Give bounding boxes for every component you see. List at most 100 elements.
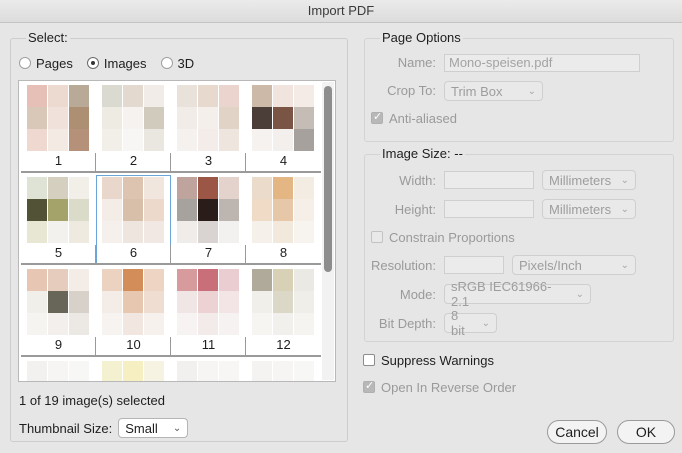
thumbnail-tile	[27, 177, 47, 199]
thumbnail-tile	[177, 269, 197, 291]
thumbnail-image	[252, 269, 314, 335]
cancel-button[interactable]: Cancel	[547, 420, 607, 444]
height-field[interactable]	[444, 200, 534, 218]
radio-images[interactable]	[86, 57, 99, 69]
suppress-warnings-label[interactable]: Suppress Warnings	[381, 353, 494, 368]
thumbnail-tile	[219, 199, 239, 221]
thumbnail-item[interactable]: 7	[171, 175, 246, 265]
thumbnail-item[interactable]: 1	[21, 83, 96, 173]
chevron-down-icon: ⌄	[527, 85, 536, 97]
thumbnail-item[interactable]: 5	[21, 175, 96, 265]
thumbnail-tile	[294, 361, 314, 381]
thumbnail-divider	[21, 263, 96, 265]
crop-to-label: Crop To:	[387, 83, 436, 98]
radio-pages[interactable]	[19, 57, 31, 69]
thumbnail-tile	[294, 199, 314, 221]
thumbnail-tile	[123, 361, 143, 381]
thumbnail-item[interactable]: 6	[96, 175, 171, 265]
thumbnail-tile	[252, 199, 272, 221]
thumbnail-scrollbar[interactable]	[322, 82, 334, 380]
thumbnail-item[interactable]	[21, 359, 96, 381]
reverse-order-label[interactable]: Open In Reverse Order	[381, 380, 516, 395]
thumbnail-list[interactable]: 1 2 3 4 5 6 7 8 9 10 11 12	[18, 80, 336, 382]
thumbnail-tile	[198, 221, 218, 243]
thumbnail-item[interactable]: 2	[96, 83, 171, 173]
crop-to-select[interactable]: Trim Box ⌄	[444, 81, 543, 101]
thumbnail-tile	[144, 177, 164, 199]
width-unit-select[interactable]: Millimeters ⌄	[542, 170, 636, 190]
chevron-down-icon: ⌄	[620, 203, 629, 215]
thumbnail-tile	[294, 291, 314, 313]
constrain-checkbox[interactable]	[371, 231, 383, 243]
thumbnail-tile	[219, 313, 239, 335]
thumbnail-tile	[144, 221, 164, 243]
thumbnail-item[interactable]: 3	[171, 83, 246, 173]
thumbnail-item[interactable]	[171, 359, 246, 381]
thumbnail-tile	[144, 269, 164, 291]
thumbnail-tile	[123, 129, 143, 151]
radio-images-label[interactable]: Images	[104, 56, 147, 71]
thumbnail-number: 3	[204, 153, 213, 168]
anti-aliased-label[interactable]: Anti-aliased	[389, 111, 457, 126]
thumbnail-tile	[198, 291, 218, 313]
mode-label: Mode:	[399, 287, 436, 302]
thumbnail-item[interactable]: 11	[171, 267, 246, 357]
thumbnail-tile	[219, 361, 239, 381]
width-field[interactable]	[444, 171, 534, 189]
name-field[interactable]: Mono-speisen.pdf	[444, 54, 640, 72]
thumbnail-item[interactable]: 4	[246, 83, 321, 173]
thumbnail-tile	[27, 107, 47, 129]
constrain-label[interactable]: Constrain Proportions	[389, 230, 515, 245]
thumbnail-tile	[252, 221, 272, 243]
radio-3d-label[interactable]: 3D	[178, 56, 195, 71]
thumbnail-item[interactable]: 8	[246, 175, 321, 265]
thumbnail-item[interactable]: 12	[246, 267, 321, 357]
thumbnail-scrollbar-thumb[interactable]	[324, 86, 332, 272]
radio-pages-label[interactable]: Pages	[36, 56, 73, 71]
thumbnail-item[interactable]: 9	[21, 267, 96, 357]
chevron-down-icon: ⌄	[620, 174, 629, 186]
thumbnail-size-label: Thumbnail Size:	[19, 420, 113, 436]
thumbnail-image	[102, 269, 164, 335]
thumbnail-tile	[144, 361, 164, 381]
resolution-field[interactable]	[444, 256, 504, 274]
crop-to-value: Trim Box	[451, 83, 503, 99]
thumbnail-image	[102, 177, 164, 243]
bit-depth-select[interactable]: 8 bit ⌄	[444, 308, 497, 338]
thumbnail-tile	[294, 129, 314, 151]
thumbnail-tile	[69, 107, 89, 129]
thumbnail-size-select[interactable]: Small ⌄	[118, 418, 189, 438]
thumbnail-tile	[48, 313, 68, 335]
thumbnail-tile	[144, 129, 164, 151]
ok-button[interactable]: OK	[617, 420, 675, 444]
resolution-unit-select[interactable]: Pixels/Inch ⌄	[512, 255, 636, 275]
reverse-order-checkbox[interactable]	[363, 379, 375, 393]
mode-select[interactable]: sRGB IEC61966-2.1 ⌄	[444, 279, 591, 309]
thumbnail-tile	[273, 85, 293, 107]
thumbnail-tile	[177, 361, 197, 381]
radio-3d[interactable]	[160, 57, 173, 69]
thumbnail-tile	[198, 177, 218, 199]
thumbnail-item[interactable]	[96, 359, 171, 381]
thumbnail-item[interactable]	[246, 359, 321, 381]
height-unit-select[interactable]: Millimeters ⌄	[542, 199, 636, 219]
thumbnail-tile	[123, 85, 143, 107]
anti-aliased-checkbox[interactable]	[371, 110, 383, 124]
thumbnail-tile	[273, 361, 293, 381]
thumbnail-item[interactable]: 10	[96, 267, 171, 357]
thumbnail-image	[177, 177, 239, 243]
thumbnail-tile	[252, 291, 272, 313]
thumbnail-tile	[48, 291, 68, 313]
resolution-label: Resolution:	[370, 258, 436, 273]
thumbnail-divider	[246, 263, 321, 265]
thumbnail-tile	[252, 269, 272, 291]
window-titlebar: Import PDF	[0, 0, 682, 23]
thumbnail-tile	[177, 129, 197, 151]
chevron-down-icon: ⌄	[172, 422, 182, 434]
reverse-order-row: Open In Reverse Order	[363, 379, 516, 395]
suppress-warnings-checkbox[interactable]	[363, 354, 375, 366]
thumbnail-tile	[48, 129, 68, 151]
selection-status: 1 of 19 image(s) selected	[19, 393, 165, 408]
thumbnail-tile	[219, 291, 239, 313]
thumbnail-number: 11	[201, 337, 216, 352]
